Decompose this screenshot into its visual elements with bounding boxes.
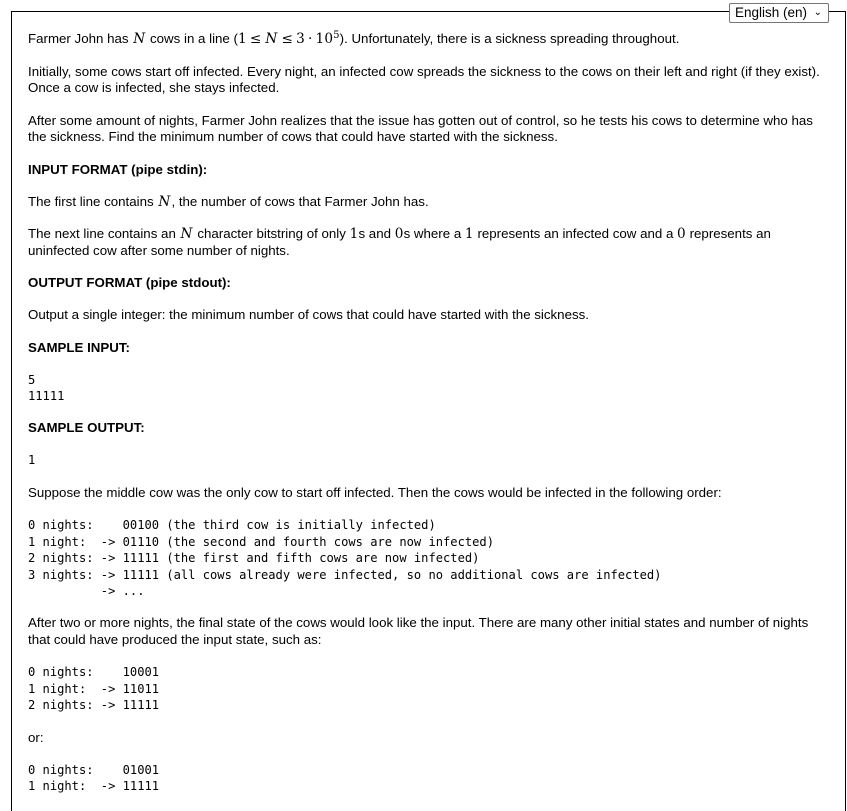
- explanation-trace-3: 0 nights: 01001 1 night: -> 11111: [28, 763, 160, 794]
- problem-body: Farmer John has N cows in a line (1 ≤ N ≤3 ·…: [12, 12, 845, 795]
- input-line2-text-e: represents an infected cow and a: [473, 226, 678, 242]
- input-line2-text-b: character bitstring of only: [193, 226, 350, 242]
- explanation-paragraph-2: After two or more nights, the final stat…: [28, 615, 809, 647]
- math-n-inline: N: [158, 193, 171, 210]
- language-select[interactable]: English (en): [729, 3, 829, 23]
- explanation-trace-2: 0 nights: 10001 1 night: -> 11011 2 nigh…: [28, 665, 160, 713]
- intro-text-mid: cows in a line (: [146, 31, 238, 47]
- input-line2-text-d: s where a: [403, 226, 465, 242]
- sample-output-heading: SAMPLE OUTPUT:: [28, 420, 145, 436]
- explanation-paragraph-3: or:: [28, 729, 44, 745]
- intro-paragraph-3: After some amount of nights, Farmer John…: [28, 112, 813, 145]
- input-format-line-2: The next line contains an N character bi…: [28, 226, 828, 259]
- math-zero-inline: 0: [394, 226, 404, 243]
- math-range-inline: 1 ≤ N ≤3 · 105: [237, 30, 340, 48]
- intro-paragraph-2: Initially, some cows start off infected.…: [28, 63, 820, 96]
- output-format-heading: OUTPUT FORMAT (pipe stdout):: [28, 275, 231, 291]
- explanation-trace-1: 0 nights: 00100 (the third cow is initia…: [28, 518, 662, 598]
- input-line1-text-a: The first line contains: [28, 193, 158, 209]
- intro-paragraph-1: Farmer John has N cows in a line (1 ≤ N ≤3 ·…: [28, 28, 828, 48]
- math-n-inline: N: [133, 31, 146, 48]
- input-line2-text-c: s and: [358, 226, 395, 242]
- intro-text-before: Farmer John has: [28, 31, 133, 47]
- math-one-inline: 1: [464, 226, 474, 243]
- input-format-line-1: The first line contains N, the number of…: [28, 194, 828, 211]
- input-line2-text-a: The next line contains an: [28, 226, 180, 242]
- sample-output-code: 1: [28, 453, 36, 468]
- input-line1-text-b: , the number of cows that Farmer John ha…: [171, 193, 429, 209]
- math-zero-inline: 0: [677, 226, 686, 243]
- sample-input-heading: SAMPLE INPUT:: [28, 339, 130, 355]
- intro-text-after: ). Unfortunately, there is a sickness sp…: [339, 31, 680, 47]
- output-format-text: Output a single integer: the minimum num…: [28, 307, 589, 323]
- math-n-inline: N: [180, 226, 193, 243]
- problem-statement-frame: Farmer John has N cows in a line (1 ≤ N ≤3 ·…: [11, 11, 846, 811]
- explanation-paragraph-1: Suppose the middle cow was the only cow …: [28, 484, 722, 500]
- sample-input-code: 5 11111: [28, 372, 65, 403]
- language-selector[interactable]: English (en) ⌄: [729, 3, 829, 23]
- input-format-heading: INPUT FORMAT (pipe stdin):: [28, 161, 208, 177]
